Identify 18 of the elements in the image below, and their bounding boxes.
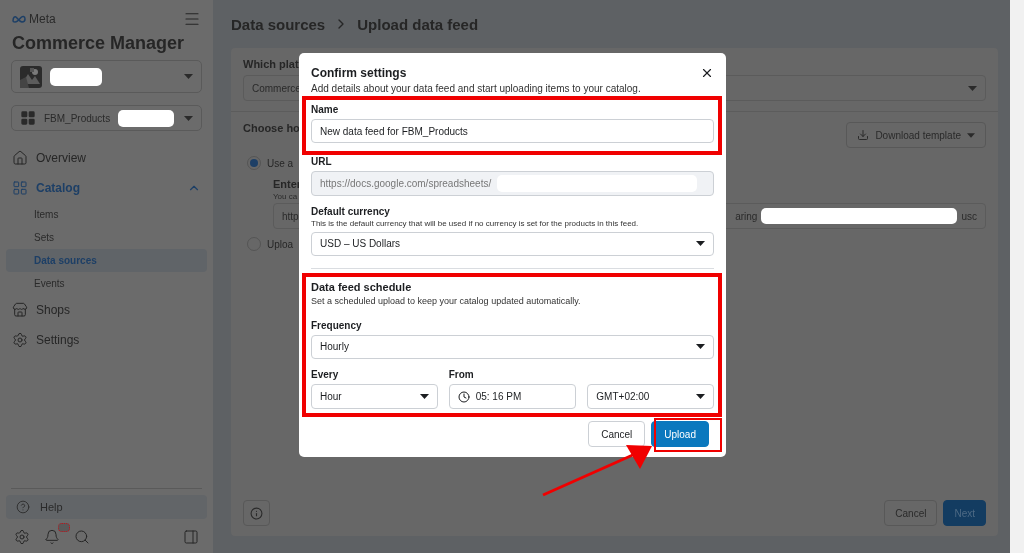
section-title: Data feed schedule [311,280,413,293]
breadcrumb-item: Upload data feed [357,15,479,33]
app-title: Commerce Manager [11,32,186,55]
field-label: Default currency [311,205,391,217]
meta-logo: Meta [12,12,56,26]
dialog-subtitle: Add details about your data feed and start uploading items to your catalog. [311,83,642,94]
field-label: Enter [273,178,302,190]
section-title: Choose ho [243,122,300,134]
field-label: Every [311,369,340,381]
option-label: Use a [267,157,294,169]
field-label: From [448,369,475,381]
field-label: Name [311,104,340,115]
field-label: URL [311,156,333,168]
field-hint: This is the default currency that will be used if no currency is set for the products in this feed. [311,218,640,228]
option-label: Uploa [267,238,294,250]
field-label: Frequency [311,319,363,331]
field-label: Which plat [243,58,299,70]
section-hint: Set a scheduled upload to keep your catalog updated automatically. [311,295,582,306]
